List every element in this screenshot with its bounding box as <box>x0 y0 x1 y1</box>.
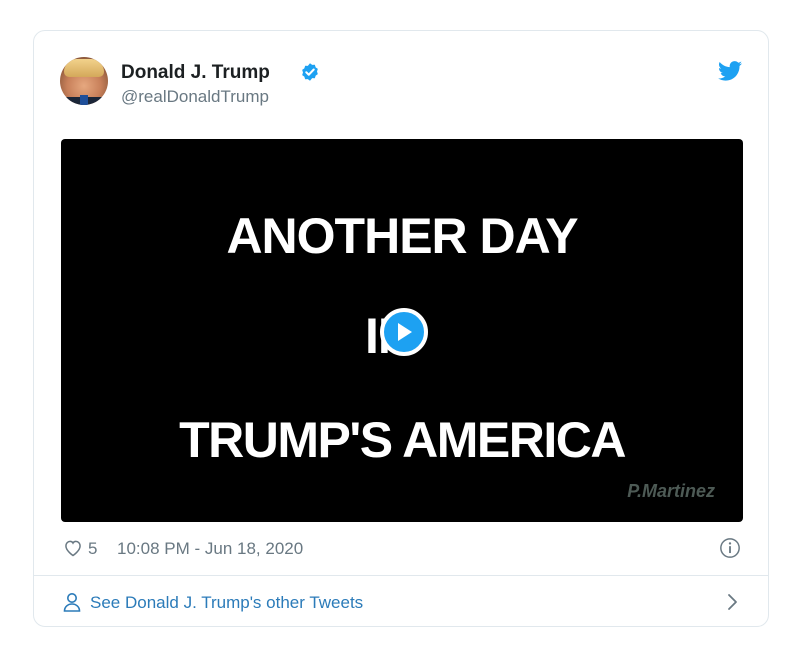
verified-badge-icon <box>302 63 318 81</box>
chevron-right-icon[interactable] <box>726 593 738 611</box>
video-text-line1: ANOTHER DAY <box>226 208 578 264</box>
tweet-footer: 5 10:08 PM - Jun 18, 2020 <box>63 536 743 560</box>
video-text-line3: TRUMP'S AMERICA <box>179 412 626 468</box>
see-more-label[interactable]: See Donald J. Trump's other Tweets <box>90 593 363 613</box>
person-icon <box>63 593 81 612</box>
tweet-timestamp[interactable]: 10:08 PM - Jun 18, 2020 <box>117 539 303 559</box>
info-icon[interactable] <box>719 537 741 559</box>
twitter-bird-icon[interactable] <box>718 61 742 81</box>
avatar[interactable] <box>60 57 108 105</box>
tweet-card: Donald J. Trump @realDonaldTrump ANOTHER… <box>33 30 769 627</box>
author-handle[interactable]: @realDonaldTrump <box>121 87 269 107</box>
footer-divider <box>34 575 768 576</box>
see-more-link[interactable]: See Donald J. Trump's other Tweets <box>63 590 743 614</box>
play-button[interactable] <box>380 308 428 356</box>
avatar-hair <box>64 59 104 77</box>
like-count[interactable]: 5 <box>88 539 97 559</box>
avatar-tie <box>80 95 88 105</box>
author-name[interactable]: Donald J. Trump <box>121 62 270 84</box>
video-player[interactable]: ANOTHER DAY IN TRUMP'S AMERICA P.Martine… <box>61 139 743 522</box>
video-watermark: P.Martinez <box>627 481 715 501</box>
heart-icon[interactable] <box>63 538 83 558</box>
play-icon <box>398 323 412 341</box>
